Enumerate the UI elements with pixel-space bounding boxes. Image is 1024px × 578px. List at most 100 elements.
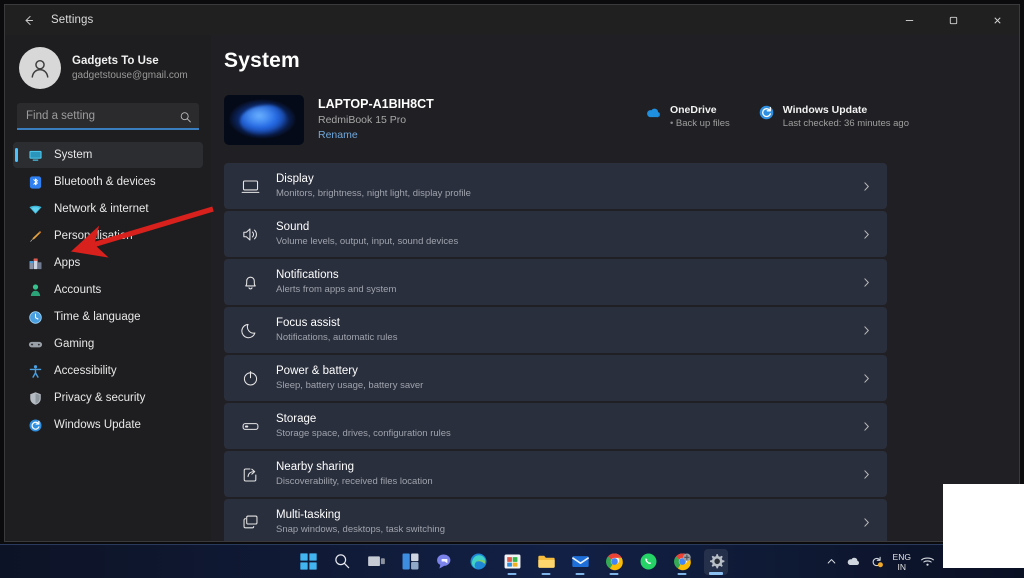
sidebar-item-personalisation[interactable]: Personalisation [13,223,203,249]
close-button[interactable] [975,5,1019,35]
bullet: • [669,118,674,129]
card-text: Nearby sharing Discoverability, received… [276,460,861,488]
settings-card-display[interactable]: Display Monitors, brightness, night ligh… [224,163,887,209]
chevron-right-icon [861,517,872,528]
language-indicator[interactable]: ENG IN [893,552,911,572]
blank-white-rectangle [943,484,1024,568]
card-title: Multi-tasking [276,509,341,521]
device-name: LAPTOP-A1BIH8CT [318,97,434,111]
card-text: Multi-tasking Snap windows, desktops, ta… [276,508,861,536]
settings-card-notifications[interactable]: Notifications Alerts from apps and syste… [224,259,887,305]
teams-chat-icon[interactable] [432,549,456,575]
card-subtitle: Monitors, brightness, night light, displ… [276,188,471,199]
back-arrow-icon[interactable] [13,6,43,34]
tray-chevron-up-icon[interactable] [826,556,837,567]
chevron-right-icon [861,277,872,288]
sidebar-item-label: Apps [54,257,81,269]
microsoft-store-icon[interactable] [500,549,524,575]
card-text: Storage Storage space, drives, configura… [276,412,861,440]
bluetooth-icon [27,174,43,190]
settings-card-sound[interactable]: Sound Volume levels, output, input, soun… [224,211,887,257]
card-title: Notifications [276,269,339,281]
search-taskbar-icon[interactable] [330,549,354,575]
chevron-right-icon [861,229,872,240]
card-subtitle: Snap windows, desktops, task switching [276,524,445,535]
settings-card-focus-assist[interactable]: Focus assist Notifications, automatic ru… [224,307,887,353]
card-text: Power & battery Sleep, battery usage, ba… [276,364,861,392]
maximize-button[interactable] [931,5,975,35]
accessibility-icon [27,363,43,379]
chevron-right-icon [861,373,872,384]
taskbar: ENG IN 18-02-2022 [0,544,1024,578]
multitasking-icon [240,512,261,533]
user-profile[interactable]: Gadgets To Use gadgetstouse@gmail.com [13,37,203,97]
profile-email: gadgetstouse@gmail.com [72,69,188,81]
windows-update-tray-icon[interactable] [870,555,884,569]
windows-update-status[interactable]: Windows Update Last checked: 36 minutes … [758,103,909,130]
gaming-icon [27,336,43,352]
settings-card-power-battery[interactable]: Power & battery Sleep, battery usage, ba… [224,355,887,401]
settings-card-nearby-sharing[interactable]: Nearby sharing Discoverability, received… [224,451,887,497]
profile-text: Gadgets To Use gadgetstouse@gmail.com [72,54,188,83]
card-title: Nearby sharing [276,461,354,473]
card-title: Storage [276,413,317,425]
status-title: Windows Update [782,104,868,116]
search-input[interactable] [17,103,199,130]
sidebar-item-system[interactable]: System [13,142,203,168]
sidebar-item-label: System [54,149,93,161]
task-view-icon[interactable] [364,549,388,575]
chrome-icon[interactable] [602,549,626,575]
sidebar-item-gaming[interactable]: Gaming [13,331,203,357]
device-info: LAPTOP-A1BIH8CT RedmiBook 15 Pro Rename [318,95,434,143]
windows-update-icon [27,417,43,433]
sidebar-item-network-internet[interactable]: Network & internet [13,196,203,222]
sidebar-item-label: Network & internet [54,203,149,215]
settings-taskbar-icon[interactable] [704,548,728,575]
device-model: RedmiBook 15 Pro [318,114,407,126]
rename-link[interactable]: Rename [318,128,434,143]
settings-card-multi-tasking[interactable]: Multi-tasking Snap windows, desktops, ta… [224,499,887,541]
sidebar-item-label: Bluetooth & devices [54,176,156,188]
wifi-icon[interactable] [920,554,935,569]
sidebar-item-time-language[interactable]: Time & language [13,304,203,330]
network-icon [27,201,43,217]
settings-card-list: Display Monitors, brightness, night ligh… [224,163,887,541]
onedrive-status[interactable]: OneDrive • Back up files [645,103,730,130]
sidebar-item-privacy-security[interactable]: Privacy & security [13,385,203,411]
settings-card-storage[interactable]: Storage Storage space, drives, configura… [224,403,887,449]
edge-icon[interactable] [466,549,490,575]
minimize-button[interactable] [887,5,931,35]
main-content: System LAPTOP-A1BIH8CT RedmiBook 15 Pro … [211,35,1019,541]
file-explorer-icon[interactable] [534,549,558,575]
taskbar-items [296,548,728,575]
privacy-icon [27,390,43,406]
status-subtitle-text: Back up files [675,118,730,129]
sidebar-item-accounts[interactable]: Accounts [13,277,203,303]
sidebar-item-label: Time & language [54,311,141,323]
chevron-right-icon [861,181,872,192]
sound-icon [240,224,261,245]
sidebar-item-apps[interactable]: Apps [13,250,203,276]
notifications-icon [240,272,261,293]
card-text: Display Monitors, brightness, night ligh… [276,172,861,200]
card-subtitle: Alerts from apps and system [276,284,397,295]
apps-icon [27,255,43,271]
user-avatar-icon [19,47,61,89]
sidebar-item-windows-update[interactable]: Windows Update [13,412,203,438]
whatsapp-icon[interactable] [636,549,660,575]
sidebar-item-label: Personalisation [54,230,133,242]
window-body: Gadgets To Use gadgetstouse@gmail.com Fi… [5,35,1019,541]
status-title: OneDrive [669,104,717,116]
sidebar-item-bluetooth-devices[interactable]: Bluetooth & devices [13,169,203,195]
start-button[interactable] [296,549,320,575]
onedrive-tray-icon[interactable] [846,554,861,569]
mail-icon[interactable] [568,549,592,575]
sidebar-item-accessibility[interactable]: Accessibility [13,358,203,384]
chrome-secondary-icon[interactable] [670,549,694,575]
onedrive-icon [645,104,662,121]
device-summary: LAPTOP-A1BIH8CT RedmiBook 15 Pro Rename [224,95,1019,145]
chevron-right-icon [861,325,872,336]
status-subtitle: • Back up files [670,117,730,130]
widgets-icon[interactable] [398,549,422,575]
chevron-right-icon [861,421,872,432]
